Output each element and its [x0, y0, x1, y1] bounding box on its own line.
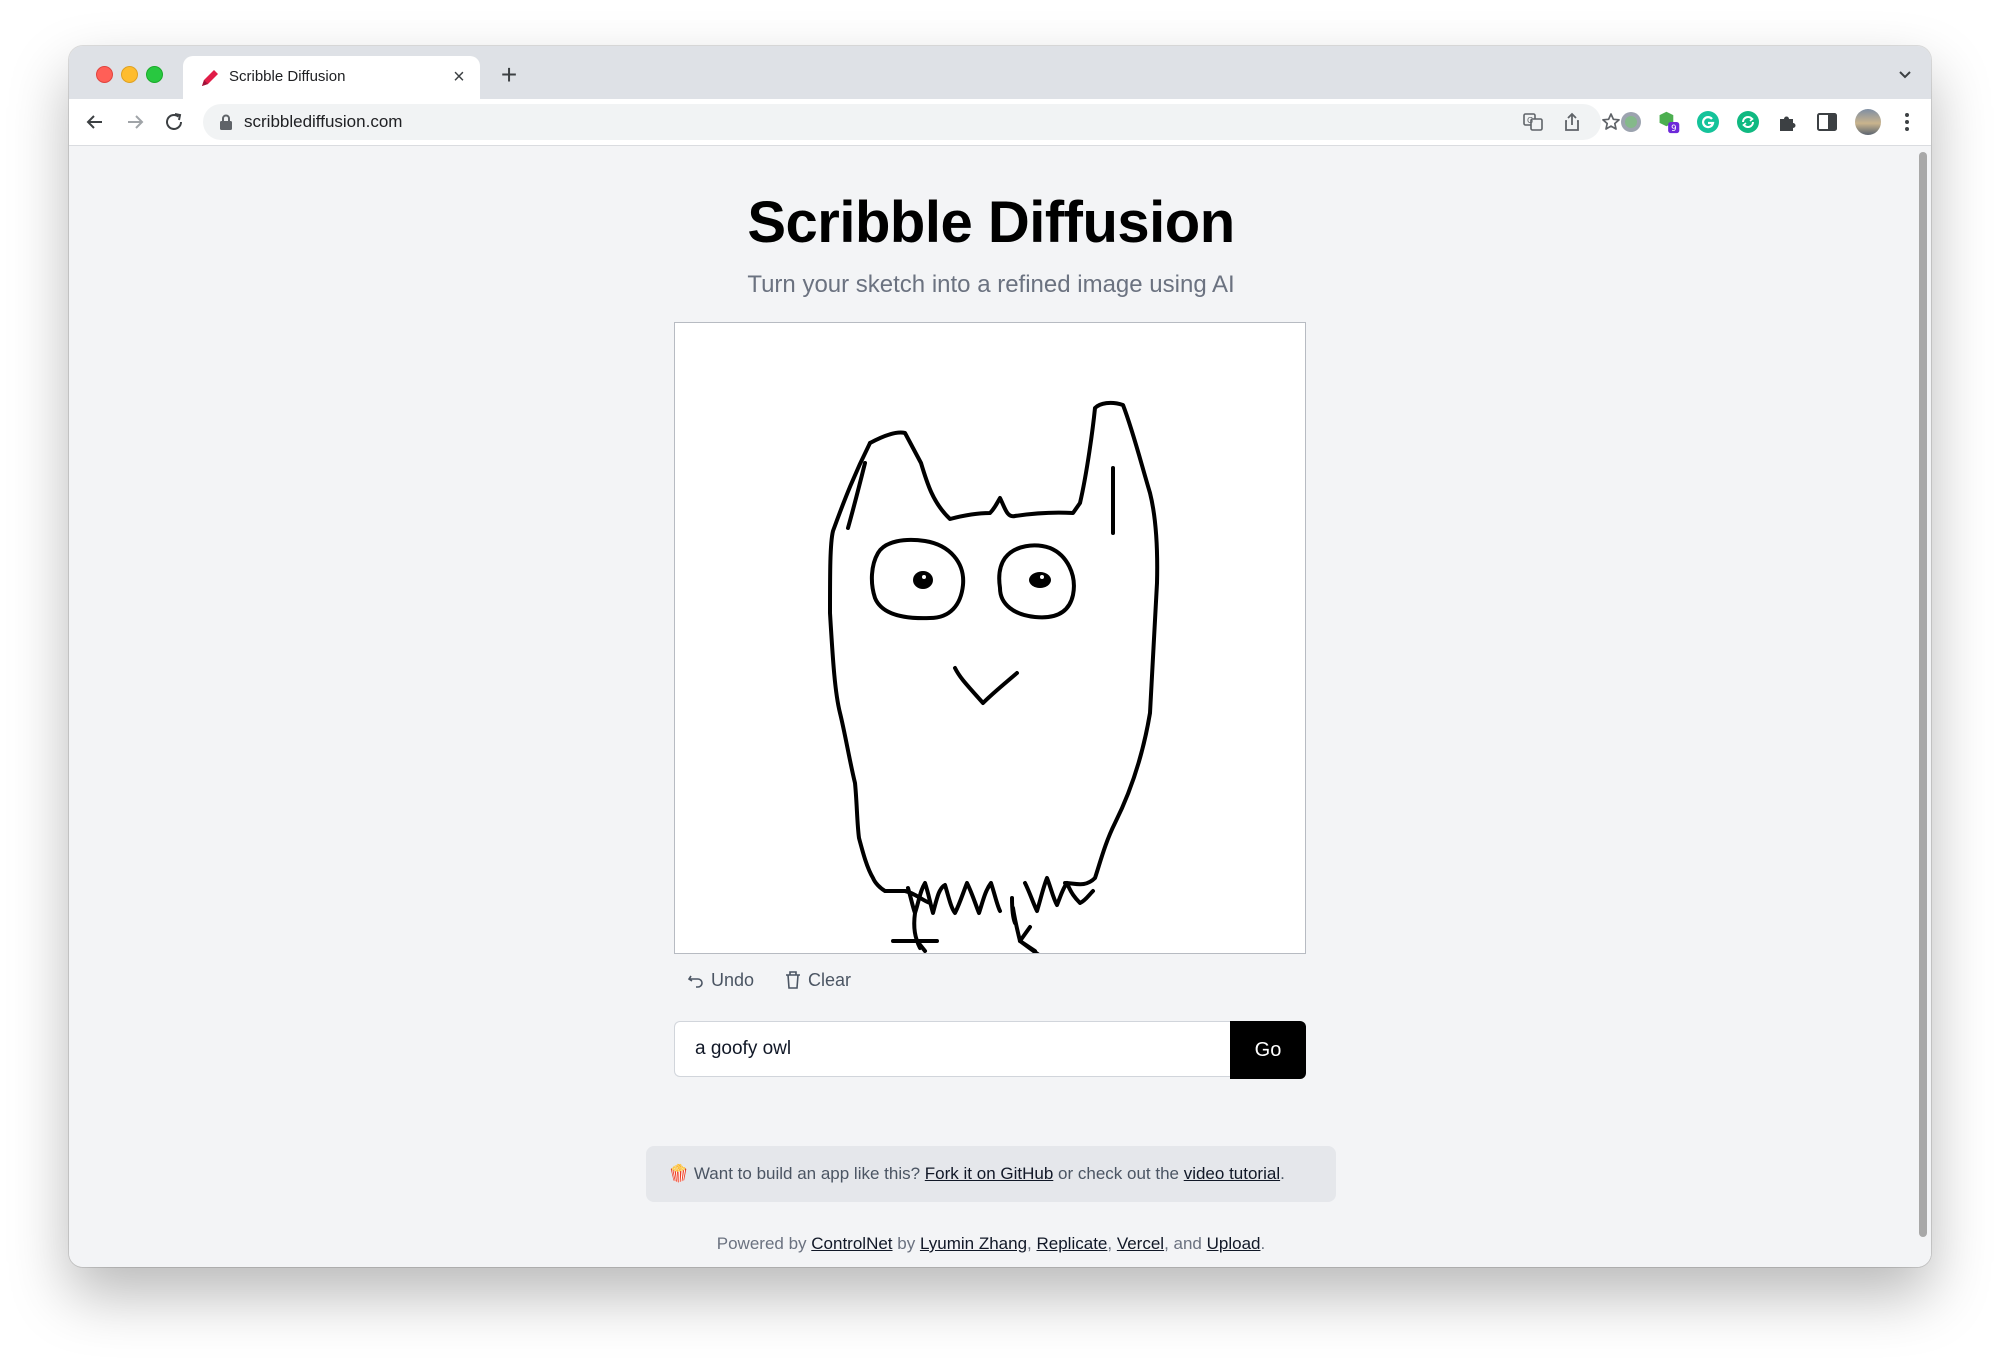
back-arrow-icon[interactable] [82, 109, 108, 135]
fork-github-link[interactable]: Fork it on GitHub [925, 1164, 1054, 1184]
footer-and: , and [1164, 1234, 1207, 1253]
controlnet-link[interactable]: ControlNet [811, 1234, 892, 1253]
footer-by: by [892, 1234, 920, 1253]
address-bar[interactable]: scribblediffusion.com G [203, 104, 1620, 140]
extension-hexagon-icon[interactable]: 9 [1657, 110, 1681, 134]
lock-icon[interactable] [219, 114, 233, 130]
footer-sep2: , [1107, 1234, 1117, 1253]
pencil-favicon-icon [202, 70, 218, 86]
tab-bar: Scribble Diffusion × + [69, 46, 1931, 99]
undo-icon [687, 975, 703, 988]
clear-button[interactable]: Clear [784, 966, 851, 994]
browser-tab[interactable]: Scribble Diffusion × [183, 56, 480, 99]
trash-icon [786, 971, 800, 989]
side-panel-icon[interactable] [1815, 110, 1839, 134]
sync-extension-icon[interactable] [1736, 110, 1760, 134]
footer-end: . [1260, 1234, 1266, 1253]
replicate-link[interactable]: Replicate [1037, 1234, 1108, 1253]
vercel-link[interactable]: Vercel [1117, 1234, 1164, 1253]
tab-title: Scribble Diffusion [229, 68, 346, 85]
profile-avatar-icon[interactable] [1854, 108, 1882, 136]
minimize-window-button[interactable] [121, 66, 138, 83]
extension-badge: 9 [1671, 124, 1676, 134]
browser-window: Scribble Diffusion × + scribblediffusion… [69, 46, 1931, 1267]
page-content: Scribble Diffusion Turn your sketch into… [69, 146, 1931, 1267]
author-link[interactable]: Lyumin Zhang [920, 1234, 1027, 1253]
promo-text-before: Want to build an app like this? [689, 1164, 925, 1183]
extension-circle-icon[interactable] [1619, 110, 1643, 134]
tab-close-icon[interactable]: × [448, 66, 470, 88]
puzzle-extensions-icon[interactable] [1776, 110, 1800, 134]
footer: Powered by ControlNet by Lyumin Zhang, R… [69, 1234, 1913, 1254]
new-tab-button[interactable]: + [495, 61, 523, 90]
browser-toolbar: scribblediffusion.com G 9 [69, 99, 1931, 146]
promo-banner: 🍿 Want to build an app like this? Fork i… [646, 1146, 1336, 1202]
url-text: scribblediffusion.com [244, 112, 403, 131]
svg-text:G: G [1527, 116, 1533, 125]
undo-button[interactable]: Undo [687, 966, 754, 994]
footer-prefix: Powered by [716, 1234, 812, 1253]
sketch-canvas[interactable] [674, 322, 1306, 960]
popcorn-emoji: 🍿 [668, 1164, 690, 1183]
reload-icon[interactable] [161, 109, 187, 135]
share-icon[interactable] [1561, 111, 1583, 133]
prompt-form: Go [674, 1021, 1306, 1079]
browser-menu-icon[interactable] [1895, 110, 1919, 134]
upload-link[interactable]: Upload [1207, 1234, 1261, 1253]
scrollbar[interactable] [1915, 146, 1931, 1267]
scrollbar-thumb[interactable] [1919, 152, 1927, 1237]
tab-search-chevron-icon[interactable] [1895, 64, 1915, 84]
grammarly-icon[interactable] [1696, 110, 1720, 134]
clear-label: Clear [808, 969, 852, 990]
close-window-button[interactable] [96, 66, 113, 83]
prompt-input[interactable] [674, 1021, 1230, 1077]
forward-arrow-icon[interactable] [122, 109, 148, 135]
undo-label: Undo [711, 969, 755, 990]
page-subtitle: Turn your sketch into a refined image us… [747, 271, 1235, 298]
promo-text-after: . [1280, 1164, 1285, 1183]
zoom-window-button[interactable] [146, 66, 163, 83]
go-button[interactable]: Go [1230, 1021, 1306, 1079]
page-title: Scribble Diffusion [747, 190, 1235, 255]
promo-text-middle: or check out the [1053, 1164, 1184, 1183]
video-tutorial-link[interactable]: video tutorial [1184, 1164, 1280, 1184]
translate-icon[interactable]: G [1522, 111, 1544, 133]
footer-sep1: , [1027, 1234, 1037, 1253]
owl-sketch-drawing [828, 400, 1160, 960]
